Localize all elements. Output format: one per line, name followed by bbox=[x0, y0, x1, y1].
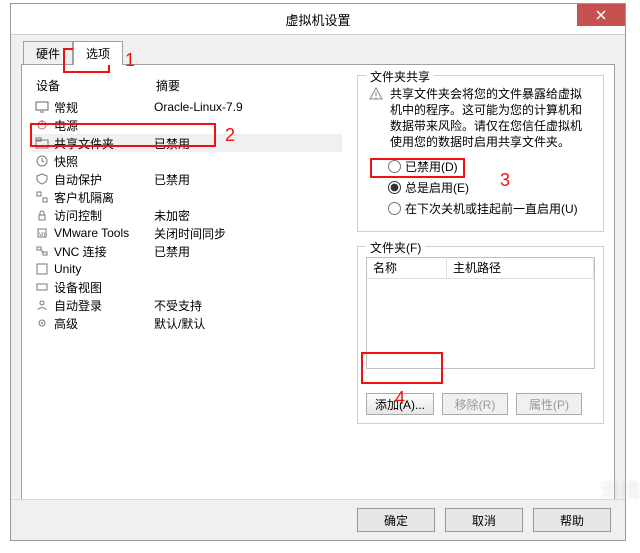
folder-sharing-legend: 文件夹共享 bbox=[366, 68, 434, 85]
radio-until-next-off-label: 在下次关机或挂起前一直启用(U) bbox=[405, 200, 578, 217]
list-item-label: VNC 连接 bbox=[54, 243, 154, 260]
folders-list[interactable]: 名称 主机路径 bbox=[366, 257, 595, 369]
list-item-summary: 已禁用 bbox=[154, 135, 342, 152]
warning-row: 共享文件夹会将您的文件暴露给虚拟机中的程序。这可能为您的计算机和数据带来风险。请… bbox=[368, 86, 593, 150]
radio-until-next-off-input[interactable] bbox=[388, 202, 401, 215]
list-item-vmware-tools[interactable]: vm VMware Tools 关闭时间同步 bbox=[32, 224, 342, 242]
help-button[interactable]: 帮助 bbox=[533, 508, 611, 532]
tab-strip: 硬件 选项 bbox=[23, 42, 615, 64]
cancel-button[interactable]: 取消 bbox=[445, 508, 523, 532]
list-item-device-view[interactable]: 设备视图 bbox=[32, 278, 342, 296]
list-item-advanced[interactable]: 高级 默认/默认 bbox=[32, 314, 342, 332]
lock-icon bbox=[34, 207, 50, 223]
list-item-shared-folders[interactable]: 共享文件夹 已禁用 bbox=[32, 134, 342, 152]
remove-folder-button[interactable]: 移除(R) bbox=[442, 393, 508, 415]
list-item-autoprotect[interactable]: 自动保护 已禁用 bbox=[32, 170, 342, 188]
tab-options[interactable]: 选项 bbox=[73, 41, 123, 65]
list-item-snapshot[interactable]: 快照 bbox=[32, 152, 342, 170]
folder-sharing-group: 文件夹共享 共享文件夹会将您的文件暴露给虚拟机中的程序。这可能为您的计算机和数据… bbox=[357, 75, 604, 232]
list-item-label: 常规 bbox=[54, 99, 154, 116]
radio-always-label: 总是启用(E) bbox=[405, 179, 469, 196]
titlebar: 虚拟机设置 bbox=[11, 4, 625, 35]
folder-share-icon bbox=[34, 135, 50, 151]
folders-col-name[interactable]: 名称 bbox=[367, 257, 447, 279]
vm-settings-dialog: 虚拟机设置 硬件 选项 设备 摘要 bbox=[10, 3, 626, 541]
radio-until-next-off[interactable]: 在下次关机或挂起前一直启用(U) bbox=[388, 200, 593, 217]
list-item-label: 访问控制 bbox=[54, 207, 154, 224]
radio-disabled[interactable]: 已禁用(D) bbox=[388, 158, 593, 175]
list-item-label: VMware Tools bbox=[54, 226, 154, 240]
dialog-body: 硬件 选项 设备 摘要 常规 bbox=[11, 34, 625, 500]
list-header-summary: 摘要 bbox=[156, 77, 342, 94]
svg-text:vm: vm bbox=[39, 232, 47, 238]
list-item-autologin[interactable]: 自动登录 不受支持 bbox=[32, 296, 342, 314]
list-item-power[interactable]: 电源 bbox=[32, 116, 342, 134]
list-header: 设备 摘要 bbox=[32, 75, 342, 98]
close-icon bbox=[596, 10, 606, 20]
list-item-label: 共享文件夹 bbox=[54, 135, 154, 152]
list-item-label: 设备视图 bbox=[54, 279, 154, 296]
dialog-footer: 确定 取消 帮助 bbox=[11, 499, 625, 540]
tools-icon: vm bbox=[34, 225, 50, 241]
monitor-icon bbox=[34, 99, 50, 115]
device-view-icon bbox=[34, 279, 50, 295]
isolation-icon bbox=[34, 189, 50, 205]
tab-hardware[interactable]: 硬件 bbox=[23, 41, 73, 65]
list-item-general[interactable]: 常规 Oracle-Linux-7.9 bbox=[32, 98, 342, 116]
list-item-summary: 已禁用 bbox=[154, 171, 342, 188]
list-item-summary: 关闭时间同步 bbox=[154, 225, 342, 242]
shield-icon bbox=[34, 171, 50, 187]
folder-properties-button[interactable]: 属性(P) bbox=[516, 393, 582, 415]
ok-button[interactable]: 确定 bbox=[357, 508, 435, 532]
settings-list: 设备 摘要 常规 Oracle-Linux-7.9 bbox=[32, 75, 342, 495]
folders-group: 文件夹(F) 名称 主机路径 添加(A)... 移除(R) 属性(P) bbox=[357, 246, 604, 424]
list-item-label: 自动登录 bbox=[54, 297, 154, 314]
list-item-label: 自动保护 bbox=[54, 171, 154, 188]
list-item-label: 电源 bbox=[54, 117, 154, 134]
folders-list-header: 名称 主机路径 bbox=[367, 258, 594, 278]
list-item-summary: 未加密 bbox=[154, 207, 342, 224]
list-item-guest-isolation[interactable]: 客户机隔离 bbox=[32, 188, 342, 206]
list-rows: 常规 Oracle-Linux-7.9 电源 bbox=[32, 98, 342, 332]
unity-icon bbox=[34, 261, 50, 277]
vnc-icon bbox=[34, 243, 50, 259]
radio-always[interactable]: 总是启用(E) bbox=[388, 179, 593, 196]
clock-icon bbox=[34, 153, 50, 169]
list-item-access-control[interactable]: 访问控制 未加密 bbox=[32, 206, 342, 224]
radio-always-input[interactable] bbox=[388, 181, 401, 194]
folders-buttons: 添加(A)... 移除(R) 属性(P) bbox=[366, 393, 595, 415]
list-item-summary: Oracle-Linux-7.9 bbox=[154, 100, 342, 114]
list-item-label: 高级 bbox=[54, 315, 154, 332]
add-folder-button[interactable]: 添加(A)... bbox=[366, 393, 434, 415]
folders-col-path[interactable]: 主机路径 bbox=[447, 257, 594, 279]
gear-icon bbox=[34, 315, 50, 331]
list-header-device: 设备 bbox=[36, 77, 156, 94]
list-item-summary: 不受支持 bbox=[154, 297, 342, 314]
radio-disabled-input[interactable] bbox=[388, 160, 401, 173]
person-icon bbox=[34, 297, 50, 313]
list-item-vnc[interactable]: VNC 连接 已禁用 bbox=[32, 242, 342, 260]
radio-disabled-label: 已禁用(D) bbox=[405, 158, 458, 175]
window-title: 虚拟机设置 bbox=[11, 10, 625, 29]
tab-page-options: 设备 摘要 常规 Oracle-Linux-7.9 bbox=[21, 64, 615, 502]
list-item-unity[interactable]: Unity bbox=[32, 260, 342, 278]
list-item-label: 客户机隔离 bbox=[54, 189, 154, 206]
warning-icon bbox=[368, 86, 386, 105]
shared-folders-panel: 文件夹共享 共享文件夹会将您的文件暴露给虚拟机中的程序。这可能为您的计算机和数据… bbox=[357, 75, 604, 495]
warning-text: 共享文件夹会将您的文件暴露给虚拟机中的程序。这可能为您的计算机和数据带来风险。请… bbox=[390, 86, 593, 150]
list-item-label: Unity bbox=[54, 262, 154, 276]
folders-legend: 文件夹(F) bbox=[366, 239, 425, 256]
power-icon bbox=[34, 117, 50, 133]
list-item-label: 快照 bbox=[54, 153, 154, 170]
list-item-summary: 默认/默认 bbox=[154, 315, 342, 332]
close-button[interactable] bbox=[577, 4, 625, 26]
list-item-summary: 已禁用 bbox=[154, 243, 342, 260]
